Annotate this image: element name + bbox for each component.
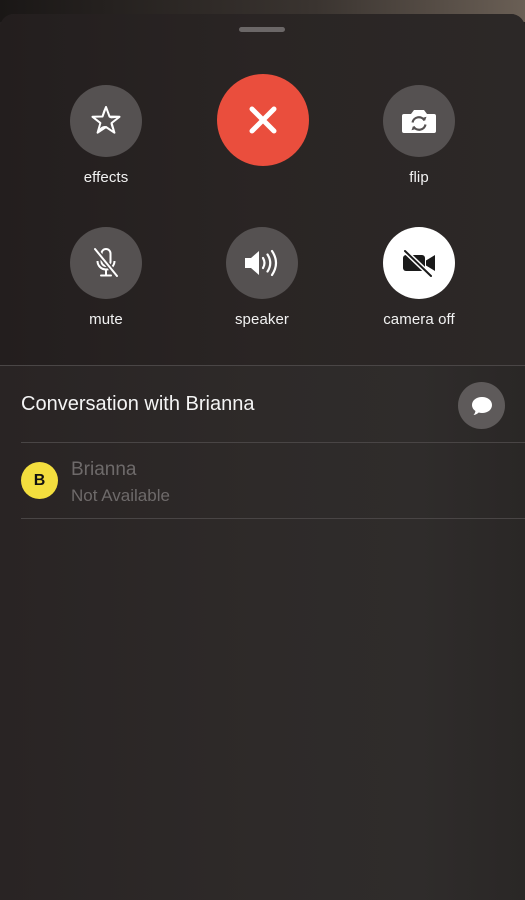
video-off-icon: [403, 249, 435, 277]
sheet-grabber[interactable]: [239, 27, 285, 32]
camera-off-label: camera off: [383, 311, 455, 328]
close-icon: [249, 106, 277, 134]
camera-off-control[interactable]: camera off: [359, 227, 479, 328]
flip-control[interactable]: flip: [359, 85, 479, 186]
flip-label: flip: [409, 169, 429, 186]
effects-label: effects: [83, 169, 129, 186]
message-bubble-icon: [471, 396, 492, 415]
mute-control[interactable]: mute: [46, 227, 166, 328]
camera-flip-icon: [402, 110, 436, 133]
contact-status: Not Available: [71, 486, 170, 505]
speaker-button[interactable]: [226, 227, 298, 299]
conversation-title: Conversation with Brianna: [21, 393, 255, 415]
contact-name: Brianna: [71, 459, 137, 480]
speaker-label: speaker: [234, 311, 290, 328]
effects-button[interactable]: [70, 85, 142, 157]
message-button[interactable]: [458, 382, 505, 429]
speaker-icon: [245, 249, 278, 277]
star-effects-icon: [91, 106, 121, 134]
list-item[interactable]: B Brianna Not Available: [0, 444, 525, 519]
mic-off-icon: [93, 247, 119, 278]
divider: [21, 518, 525, 519]
call-controls-sheet: effects flip mute speaker camera off Con…: [0, 14, 525, 900]
end-call-button[interactable]: [217, 74, 309, 166]
flip-button[interactable]: [383, 85, 455, 157]
effects-control[interactable]: effects: [46, 85, 166, 186]
speaker-control[interactable]: speaker: [202, 227, 322, 328]
conversation-row: Conversation with Brianna: [0, 366, 525, 442]
camera-off-button[interactable]: [383, 227, 455, 299]
mute-button[interactable]: [70, 227, 142, 299]
controls-panel: effects flip mute speaker camera off: [0, 14, 525, 366]
mute-label: mute: [89, 311, 123, 328]
divider: [21, 442, 525, 443]
avatar: B: [21, 462, 58, 499]
